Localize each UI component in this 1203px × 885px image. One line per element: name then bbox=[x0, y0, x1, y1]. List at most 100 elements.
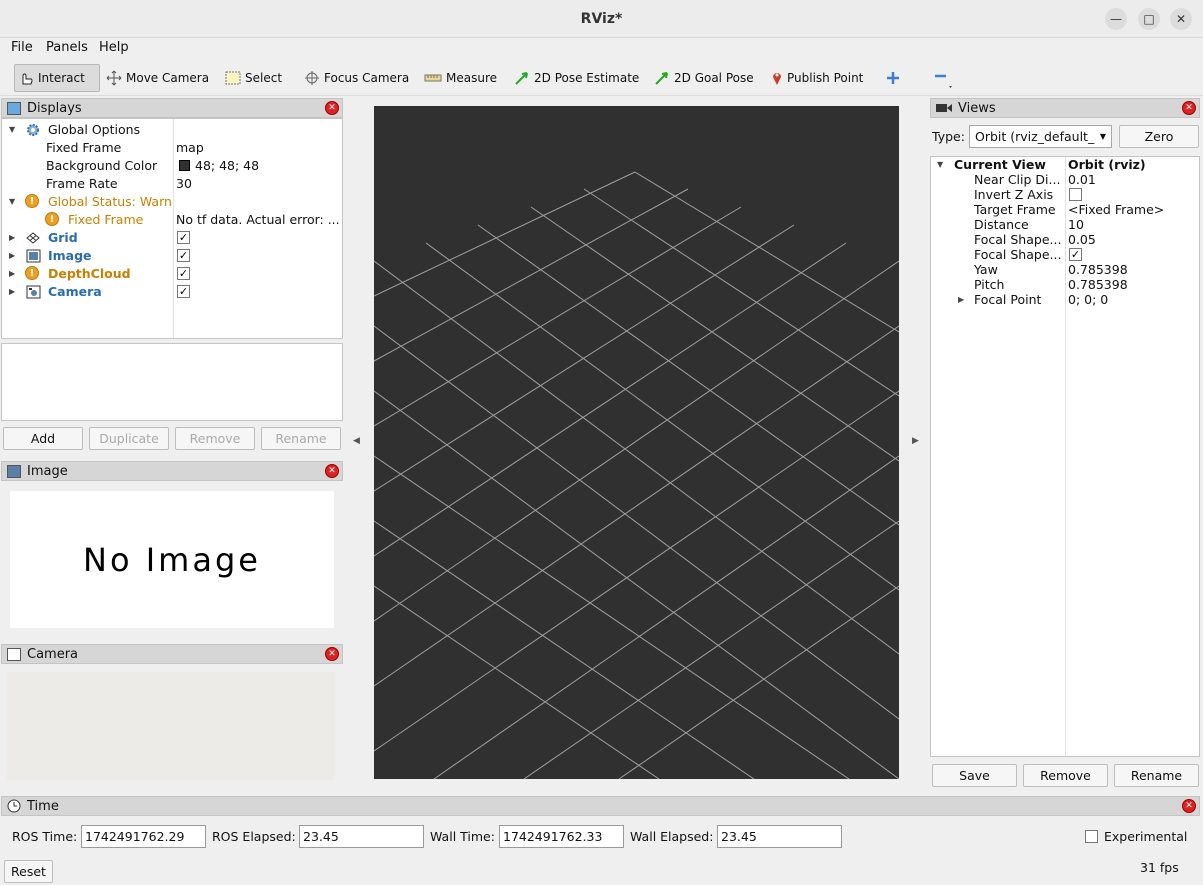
global-options-label: Global Options bbox=[48, 122, 141, 137]
grid-line bbox=[374, 325, 899, 687]
view-prop-checkbox[interactable]: ✓ bbox=[1069, 248, 1082, 261]
clock-icon bbox=[7, 799, 21, 813]
crosshair-icon bbox=[305, 71, 319, 85]
remove-tool-button[interactable] bbox=[929, 64, 957, 92]
tree-row-global-status[interactable]: ▼ ! Global Status: Warn bbox=[2, 193, 342, 211]
collapse-right-icon[interactable]: ▶ bbox=[912, 436, 919, 446]
menu-help[interactable]: Help bbox=[99, 40, 129, 55]
tree-row-view-prop[interactable]: Target Frame <Fixed Frame> bbox=[931, 202, 1199, 217]
expand-arrow-icon[interactable]: ▶ bbox=[9, 283, 15, 301]
save-view-button[interactable]: Save bbox=[932, 764, 1017, 787]
image-checkbox[interactable]: ✓ bbox=[177, 249, 190, 262]
green-arrow-icon bbox=[515, 72, 528, 85]
duplicate-display-button[interactable]: Duplicate bbox=[89, 427, 169, 450]
tree-row-fixed-frame[interactable]: Fixed Frame map bbox=[2, 139, 342, 157]
view-type-select[interactable]: Orbit (rviz_default_ ▼ bbox=[969, 125, 1112, 148]
view-prop-name: Near Clip Di... bbox=[974, 172, 1061, 187]
close-icon[interactable]: ✕ bbox=[1170, 8, 1192, 30]
grid-checkbox[interactable]: ✓ bbox=[177, 231, 190, 244]
expand-arrow-icon[interactable]: ▶ bbox=[9, 265, 15, 283]
grid-line bbox=[523, 520, 899, 779]
focus-camera-tool-button[interactable]: Focus Camera bbox=[301, 64, 412, 92]
add-display-button[interactable]: Add bbox=[3, 427, 83, 450]
goal-pose-tool-button[interactable]: 2D Goal Pose bbox=[651, 64, 757, 92]
grid-line bbox=[374, 188, 689, 362]
expand-arrow-icon[interactable]: ▼ bbox=[9, 121, 15, 139]
camera-checkbox[interactable]: ✓ bbox=[177, 285, 190, 298]
rename-display-button[interactable]: Rename bbox=[261, 427, 341, 450]
experimental-checkbox[interactable] bbox=[1085, 830, 1098, 843]
tree-row-image[interactable]: ▶ Image ✓ bbox=[2, 247, 342, 265]
grid-label: Grid bbox=[48, 230, 78, 245]
color-swatch[interactable] bbox=[179, 160, 190, 171]
ruler-icon bbox=[424, 74, 442, 82]
remove-display-button[interactable]: Remove bbox=[175, 427, 255, 450]
tree-row-current-view[interactable]: ▼ Current View Orbit (rviz) bbox=[931, 157, 1199, 172]
no-image-text: No Image bbox=[83, 540, 261, 579]
expand-arrow-icon[interactable]: ▶ bbox=[958, 292, 964, 307]
add-tool-button[interactable] bbox=[883, 64, 903, 92]
view-prop-value[interactable]: <Fixed Frame> bbox=[1068, 202, 1164, 217]
ros-elapsed-field[interactable]: 23.45 bbox=[299, 825, 424, 848]
tree-row-grid[interactable]: ▶ Grid ✓ bbox=[2, 229, 342, 247]
view-prop-value[interactable]: 0.785398 bbox=[1068, 277, 1128, 292]
tree-row-global-options[interactable]: ▼ Global Options bbox=[2, 121, 342, 139]
tree-row-fixed-frame-status[interactable]: ! Fixed Frame No tf data. Actual error: … bbox=[2, 211, 342, 229]
tree-row-frame-rate[interactable]: Frame Rate 30 bbox=[2, 175, 342, 193]
view-prop-name: Focal Shape... bbox=[974, 232, 1062, 247]
menu-panels[interactable]: Panels bbox=[46, 40, 88, 55]
interact-tool-button[interactable]: Interact bbox=[14, 64, 100, 92]
publish-point-tool-button[interactable]: Publish Point bbox=[768, 64, 866, 92]
warning-icon: ! bbox=[45, 212, 59, 226]
wall-elapsed-field[interactable]: 23.45 bbox=[717, 825, 842, 848]
tree-row-view-prop[interactable]: Focal Shape... ✓ bbox=[931, 247, 1199, 262]
interact-label: Interact bbox=[38, 71, 85, 85]
ros-time-field[interactable]: 1742491762.29 bbox=[81, 825, 206, 848]
view-prop-value[interactable]: 0.785398 bbox=[1068, 262, 1128, 277]
close-icon[interactable]: ✕ bbox=[1182, 101, 1196, 115]
view-prop-value[interactable]: 0; 0; 0 bbox=[1068, 292, 1108, 307]
menu-file[interactable]: File bbox=[11, 40, 33, 55]
tree-row-view-prop[interactable]: Invert Z Axis bbox=[931, 187, 1199, 202]
view-prop-value[interactable]: 0.05 bbox=[1068, 232, 1096, 247]
3d-viewport[interactable] bbox=[374, 106, 899, 779]
view-prop-value[interactable]: 0.01 bbox=[1068, 172, 1096, 187]
close-icon[interactable]: ✕ bbox=[1182, 799, 1196, 813]
tree-row-view-prop[interactable]: Yaw 0.785398 bbox=[931, 262, 1199, 277]
grid-display bbox=[374, 171, 899, 779]
select-tool-button[interactable]: Select bbox=[222, 64, 285, 92]
measure-tool-button[interactable]: Measure bbox=[421, 64, 500, 92]
expand-arrow-icon[interactable]: ▼ bbox=[9, 193, 15, 211]
view-prop-checkbox[interactable] bbox=[1069, 188, 1082, 201]
view-prop-value[interactable]: 10 bbox=[1068, 217, 1084, 232]
pose-estimate-tool-button[interactable]: 2D Pose Estimate bbox=[511, 64, 642, 92]
move-camera-tool-button[interactable]: Move Camera bbox=[103, 64, 212, 92]
tree-row-view-prop[interactable]: Near Clip Di... 0.01 bbox=[931, 172, 1199, 187]
frame-rate-value[interactable]: 30 bbox=[176, 175, 192, 193]
tree-row-camera[interactable]: ▶ Camera ✓ bbox=[2, 283, 342, 301]
close-icon[interactable]: ✕ bbox=[325, 647, 339, 661]
expand-arrow-icon[interactable]: ▶ bbox=[9, 247, 15, 265]
background-color-value[interactable]: 48; 48; 48 bbox=[195, 157, 259, 175]
tree-row-view-prop[interactable]: ▶ Focal Point 0; 0; 0 bbox=[931, 292, 1199, 307]
reset-button[interactable]: Reset bbox=[4, 860, 53, 883]
tree-row-depthcloud[interactable]: ▶ ! DepthCloud ✓ bbox=[2, 265, 342, 283]
tree-row-view-prop[interactable]: Pitch 0.785398 bbox=[931, 277, 1199, 292]
close-icon[interactable]: ✕ bbox=[325, 101, 339, 115]
remove-view-button[interactable]: Remove bbox=[1023, 764, 1108, 787]
tree-row-view-prop[interactable]: Distance 10 bbox=[931, 217, 1199, 232]
zero-button[interactable]: Zero bbox=[1119, 125, 1199, 148]
tree-row-background-color[interactable]: Background Color 48; 48; 48 bbox=[2, 157, 342, 175]
wall-time-field[interactable]: 1742491762.33 bbox=[499, 825, 624, 848]
expand-arrow-icon[interactable]: ▶ bbox=[9, 229, 15, 247]
maximize-icon[interactable]: □ bbox=[1138, 8, 1160, 30]
tree-row-view-prop[interactable]: Focal Shape... 0.05 bbox=[931, 232, 1199, 247]
minimize-icon[interactable]: — bbox=[1105, 8, 1127, 30]
expand-arrow-icon[interactable]: ▼ bbox=[937, 157, 943, 172]
depthcloud-checkbox[interactable]: ✓ bbox=[177, 267, 190, 280]
close-icon[interactable]: ✕ bbox=[325, 464, 339, 478]
publish-point-label: Publish Point bbox=[787, 71, 864, 85]
fixed-frame-value[interactable]: map bbox=[176, 139, 204, 157]
collapse-left-icon[interactable]: ◀ bbox=[353, 436, 360, 446]
rename-view-button[interactable]: Rename bbox=[1114, 764, 1199, 787]
